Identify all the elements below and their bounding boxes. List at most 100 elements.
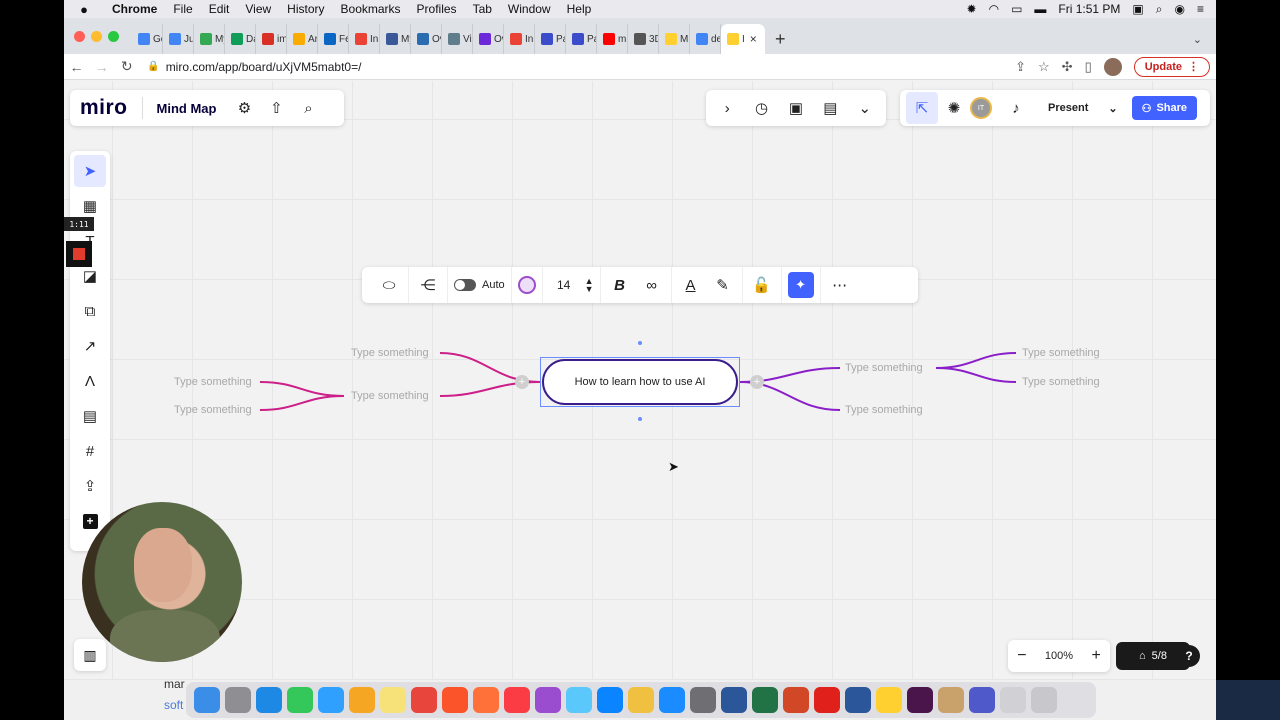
menu-app-name[interactable]: Chrome — [104, 2, 165, 16]
safari-icon[interactable] — [256, 687, 282, 713]
update-button[interactable]: Update ⋮ — [1133, 56, 1211, 77]
menu-view[interactable]: View — [237, 2, 279, 16]
tab-15[interactable]: mir — [597, 24, 628, 54]
tab-8[interactable]: My — [380, 24, 411, 54]
trash-icon[interactable] — [1031, 687, 1057, 713]
menu-window[interactable]: Window — [500, 2, 559, 16]
tab-13[interactable]: Par — [535, 24, 566, 54]
resize-handle-bottom[interactable] — [638, 417, 642, 421]
root-node-text[interactable]: How to learn how to use AI — [542, 359, 738, 405]
tab-close-icon[interactable]: × — [750, 32, 757, 46]
slack-icon[interactable] — [907, 687, 933, 713]
tab-6[interactable]: Fee — [318, 24, 349, 54]
pages-icon[interactable] — [628, 687, 654, 713]
back-arrow-icon[interactable]: ← — [64, 59, 89, 75]
url-text[interactable]: miro.com/app/board/uXjVM5mabt0=/ — [166, 60, 362, 74]
numbers-icon[interactable] — [566, 687, 592, 713]
zoom-out-minus-icon[interactable]: − — [1017, 647, 1026, 665]
mindmap-node-far-right-bottom[interactable]: Type something — [1022, 376, 1100, 388]
extensions-puzzle-icon[interactable]: ✣ — [1062, 59, 1073, 75]
launchpad-icon[interactable] — [225, 687, 251, 713]
mindmap-node-right-bottom[interactable]: Type something — [845, 404, 923, 416]
photos-icon[interactable] — [349, 687, 375, 713]
mindmap-node-left-mid[interactable]: Type something — [351, 390, 429, 402]
profile-avatar[interactable] — [1103, 57, 1122, 76]
tab-11[interactable]: Ove — [473, 24, 504, 54]
tab-1[interactable]: Jun — [163, 24, 194, 54]
tab-active[interactable]: I × — [721, 24, 765, 54]
zoom-level[interactable]: 100% — [1045, 650, 1073, 662]
menu-help[interactable]: Help — [559, 2, 600, 16]
notes-icon[interactable] — [380, 687, 406, 713]
siri-icon[interactable]: ◉ — [1175, 2, 1185, 16]
podcasts-icon[interactable] — [535, 687, 561, 713]
menu-bookmarks[interactable]: Bookmarks — [333, 2, 409, 16]
tab-3[interactable]: Dar — [225, 24, 256, 54]
reload-icon[interactable]: ↻ — [114, 58, 139, 75]
tab-search-chevron-icon[interactable]: ⌄ — [1193, 24, 1202, 54]
control-center-icon[interactable]: ▣ — [1132, 2, 1143, 16]
keynote-icon[interactable] — [597, 687, 623, 713]
tab-0[interactable]: Goo — [132, 24, 163, 54]
brave-icon[interactable] — [442, 687, 468, 713]
tab-9[interactable]: Ove — [411, 24, 442, 54]
tab-2[interactable]: My — [194, 24, 225, 54]
address-bar[interactable]: 🔒 miro.com/app/board/uXjVM5mabt0=/ — [147, 56, 1015, 78]
chrome-icon[interactable] — [411, 687, 437, 713]
add-right-child-icon[interactable]: + — [750, 375, 764, 389]
menu-history[interactable]: History — [279, 2, 332, 16]
battery-icon[interactable]: ▬ — [1034, 2, 1046, 16]
menu-file[interactable]: File — [165, 2, 200, 16]
facetime-icon[interactable] — [287, 687, 313, 713]
resize-handle-top[interactable] — [638, 341, 642, 345]
tab-17[interactable]: Mir — [659, 24, 690, 54]
help-button[interactable]: ? — [1178, 645, 1200, 667]
tab-18[interactable]: des — [690, 24, 721, 54]
menu-list-icon[interactable]: ≡ — [1197, 2, 1204, 16]
word-doc-icon[interactable] — [845, 687, 871, 713]
music-icon[interactable] — [504, 687, 530, 713]
spotlight-icon[interactable]: ⌕ — [1156, 2, 1163, 17]
downloads-folder-icon[interactable] — [1000, 687, 1026, 713]
screen-mirror-icon[interactable]: ▭ — [1011, 2, 1022, 16]
mindmap-node-left-top[interactable]: Type something — [351, 347, 429, 359]
system-settings-icon[interactable] — [690, 687, 716, 713]
forward-arrow-icon[interactable]: → — [89, 59, 114, 75]
mindmap-root-node[interactable]: How to learn how to use AI — [540, 357, 740, 407]
zoom-in-plus-icon[interactable]: + — [1091, 647, 1100, 665]
mindmap-node-far-right-top[interactable]: Type something — [1022, 347, 1100, 359]
tab-4[interactable]: imp — [256, 24, 287, 54]
menu-tab[interactable]: Tab — [465, 2, 500, 16]
app-store-icon[interactable] — [659, 687, 685, 713]
miro-board-canvas[interactable]: miro Mind Map ⚙ ⇧ ⌕ › ◷ ▣ ▤ ⌄ ⇱ ✺ IT ♪ P… — [64, 81, 1216, 680]
teams-icon[interactable] — [969, 687, 995, 713]
bookmark-star-icon[interactable]: ☆ — [1038, 59, 1050, 75]
tab-12[interactable]: Inb — [504, 24, 535, 54]
notebook-icon[interactable] — [938, 687, 964, 713]
tab-5[interactable]: Ana — [287, 24, 318, 54]
menubar-clock[interactable]: Fri 1:51 PM — [1058, 2, 1120, 16]
word-icon[interactable] — [721, 687, 747, 713]
apple-icon[interactable]: ● — [64, 2, 104, 17]
menu-profiles[interactable]: Profiles — [409, 2, 465, 16]
zoom-window-button[interactable] — [108, 31, 119, 42]
tab-7[interactable]: Inb — [349, 24, 380, 54]
miro-app-icon[interactable] — [876, 687, 902, 713]
tab-14[interactable]: Par — [566, 24, 597, 54]
wifi-icon[interactable]: ◠ — [989, 2, 999, 16]
acrobat-icon[interactable] — [814, 687, 840, 713]
messages-icon[interactable] — [318, 687, 344, 713]
powerpoint-icon[interactable] — [783, 687, 809, 713]
tab-16[interactable]: 3D — [628, 24, 659, 54]
menu-edit[interactable]: Edit — [201, 2, 238, 16]
side-panel-icon[interactable]: ▯ — [1085, 59, 1092, 75]
close-window-button[interactable] — [74, 31, 85, 42]
board-panel-toggle-icon[interactable]: ▥ — [74, 639, 106, 671]
mindmap-node-right-top[interactable]: Type something — [845, 362, 923, 374]
firefox-icon[interactable] — [473, 687, 499, 713]
share-page-icon[interactable]: ⇪ — [1015, 59, 1026, 75]
tab-10[interactable]: Vid — [442, 24, 473, 54]
minimize-window-button[interactable] — [91, 31, 102, 42]
mindmap-node-far-left-bottom[interactable]: Type something — [174, 404, 252, 416]
add-left-child-icon[interactable]: + — [515, 375, 529, 389]
